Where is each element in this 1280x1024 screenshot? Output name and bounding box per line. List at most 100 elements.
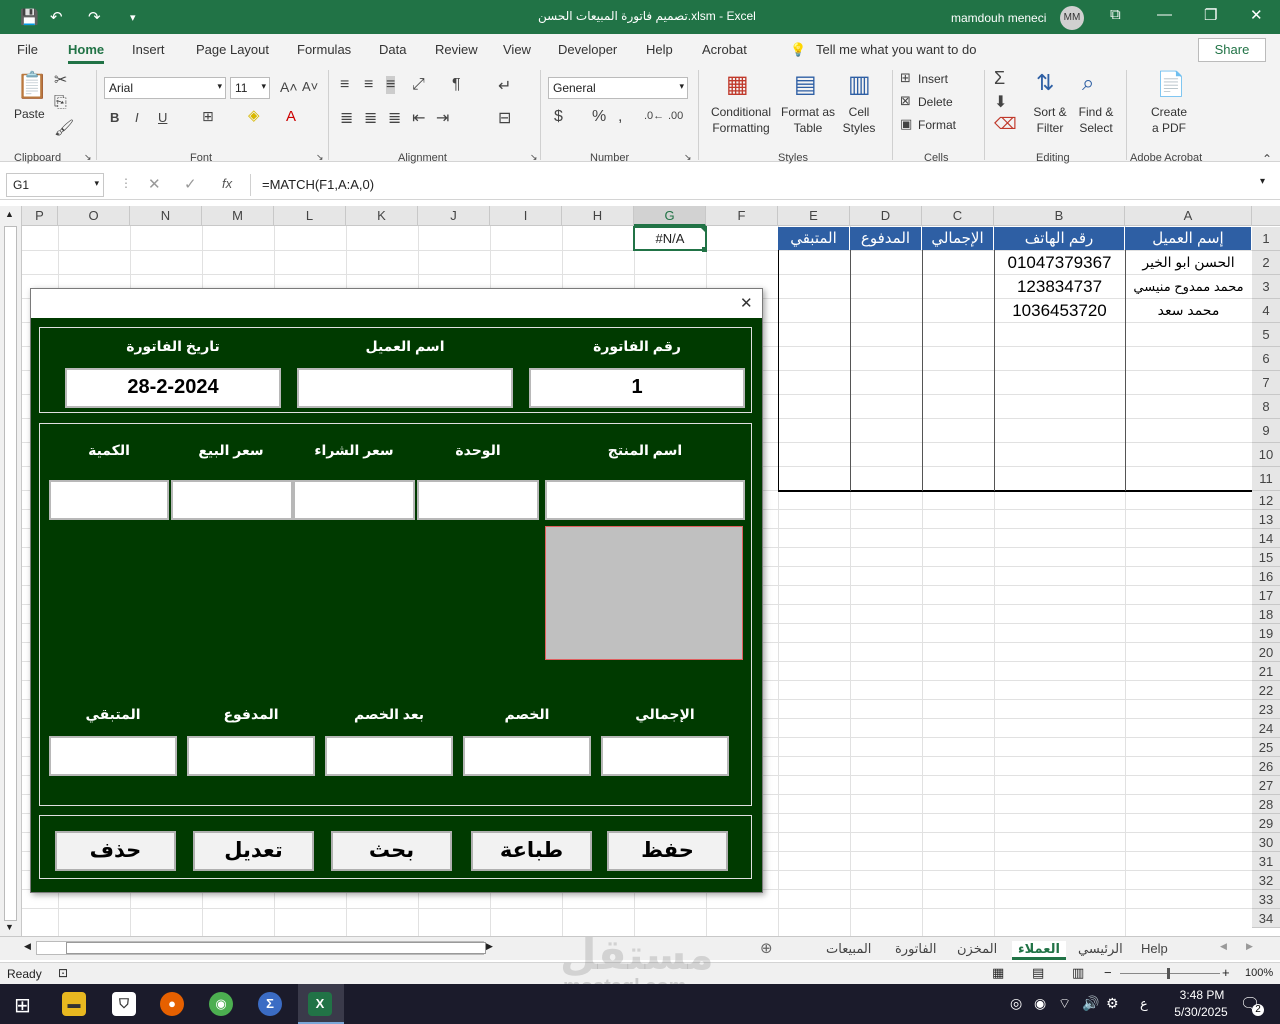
fill-color-icon[interactable]: ◈ [248,106,260,124]
wrap-text-icon[interactable]: ↵ [498,76,511,96]
sort-filter-icon[interactable]: ⇅ [1036,70,1054,96]
align-top-icon[interactable]: ≡ [340,76,349,94]
align-bottom-icon[interactable]: ≡ [386,76,396,94]
clear-icon[interactable]: ⌫ [994,114,1017,134]
row-header[interactable]: 12 [1252,491,1280,510]
language-icon[interactable]: ⚙ [1106,995,1119,1012]
row-header[interactable]: 1 [1252,227,1280,251]
phone-cell[interactable]: 123834737 [994,275,1125,298]
cancel-icon[interactable]: ✕ [148,175,161,193]
chrome-icon[interactable]: ◉ [209,992,233,1016]
column-header[interactable]: O [58,206,130,226]
zoom-slider[interactable] [1120,973,1220,974]
row-header[interactable]: 16 [1252,567,1280,586]
print-button[interactable]: طباعة [471,831,592,871]
row-header[interactable]: 8 [1252,395,1280,419]
paste-icon[interactable]: 📋 [16,70,48,101]
cell-g1[interactable]: #N/A [633,226,707,251]
decrease-decimal-icon[interactable]: .00 [668,110,683,122]
invoice-date-input[interactable]: 28-2-2024 [65,368,281,408]
row-header[interactable]: 25 [1252,738,1280,757]
dialog-close-button[interactable]: ✕ [740,294,753,312]
font-size-select[interactable]: 11 ▾ [230,77,270,99]
page-layout-view-icon[interactable]: ▤ [1032,965,1044,981]
quantity-input[interactable] [49,480,169,520]
column-header[interactable]: B [994,206,1125,226]
row-header[interactable]: 26 [1252,757,1280,776]
create-pdf-button[interactable]: Create a PDF [1146,104,1192,136]
file-explorer-icon[interactable]: ▬ [62,992,86,1016]
number-launcher-icon[interactable]: ↘ [684,152,692,163]
row-header[interactable]: 23 [1252,700,1280,719]
row-header[interactable]: 4 [1252,299,1280,323]
copy-icon[interactable]: ⎘ [54,94,67,112]
increase-decimal-icon[interactable]: .0← [644,110,664,122]
restore-icon[interactable]: ❐ [1204,6,1217,24]
row-header[interactable]: 18 [1252,605,1280,624]
tab-file[interactable]: File [17,42,38,57]
scroll-up-icon[interactable]: ▲ [5,209,14,219]
tab-page-layout[interactable]: Page Layout [196,42,269,57]
minimize-icon[interactable]: — [1157,6,1172,23]
column-header[interactable]: J [418,206,490,226]
row-header[interactable]: 2 [1252,251,1280,275]
security-icon[interactable]: ◉ [1034,995,1046,1012]
scroll-right-icon[interactable]: ▶ [486,941,493,952]
bold-icon[interactable]: B [110,110,119,125]
row-header[interactable]: 10 [1252,443,1280,467]
expand-formula-icon[interactable]: ▾ [1260,176,1265,187]
scrollbar-thumb[interactable] [4,226,17,921]
product-name-input[interactable] [545,480,745,520]
autosum-icon[interactable]: Σ [994,68,1005,89]
enter-icon[interactable]: ✓ [184,175,197,193]
row-header[interactable]: 11 [1252,467,1280,491]
row-header[interactable]: 20 [1252,643,1280,662]
sheet-tab[interactable]: المخزن [957,941,997,957]
comma-icon[interactable]: , [618,108,622,126]
clock-time[interactable]: 3:48 PM [1172,988,1232,1002]
after-discount-input[interactable] [325,736,453,776]
underline-icon[interactable]: U [158,110,167,125]
font-color-icon[interactable]: A [286,108,296,125]
phone-cell[interactable]: 01047379367 [994,251,1125,274]
cell-styles-button[interactable]: Cell Styles [836,104,882,136]
tell-me-search[interactable]: Tell me what you want to do [816,42,976,57]
alignment-launcher-icon[interactable]: ↘ [530,152,538,163]
total-input[interactable] [601,736,729,776]
row-header[interactable]: 19 [1252,624,1280,643]
phone-cell[interactable]: 1036453720 [994,299,1125,322]
find-select-button[interactable]: Find & Select [1072,104,1120,136]
currency-icon[interactable]: $ [554,108,563,126]
unit-input[interactable] [417,480,539,520]
delete-button[interactable]: حذف [55,831,176,871]
tab-help[interactable]: Help [646,42,673,57]
ribbon-display-icon[interactable]: ⧉ [1110,6,1121,23]
column-header[interactable]: D [850,206,922,226]
paste-button[interactable]: Paste [14,106,45,122]
row-header[interactable]: 17 [1252,586,1280,605]
sheet-tab[interactable]: الرئيسي [1078,941,1123,957]
share-button[interactable]: Share [1198,38,1266,62]
row-header[interactable]: 5 [1252,323,1280,347]
row-header[interactable]: 32 [1252,871,1280,890]
column-header[interactable]: L [274,206,346,226]
clock-date[interactable]: 5/30/2025 [1166,1005,1236,1019]
undo-icon[interactable]: ↶ [50,8,63,26]
column-header[interactable]: M [202,206,274,226]
decrease-indent-icon[interactable]: ⇤ [412,108,425,128]
format-painter-icon[interactable]: 🖌 [54,118,74,138]
save-icon[interactable]: 💾 [20,8,39,26]
align-middle-icon[interactable]: ≡ [364,76,373,94]
corner-header[interactable] [1252,206,1280,226]
customer-name-cell[interactable]: محمد سعد [1125,299,1252,322]
store-icon[interactable]: ⛉ [112,992,136,1016]
row-header[interactable]: 28 [1252,795,1280,814]
scrollbar-thumb[interactable] [66,942,486,954]
cut-icon[interactable]: ✂ [54,70,67,90]
row-header[interactable]: 27 [1252,776,1280,795]
zoom-in-icon[interactable]: + [1222,965,1230,980]
rtl-icon[interactable]: ¶ [452,76,461,94]
borders-icon[interactable]: ⊞ [202,108,214,125]
percent-icon[interactable]: % [592,108,606,126]
sheet-tab[interactable]: Help [1141,941,1168,956]
